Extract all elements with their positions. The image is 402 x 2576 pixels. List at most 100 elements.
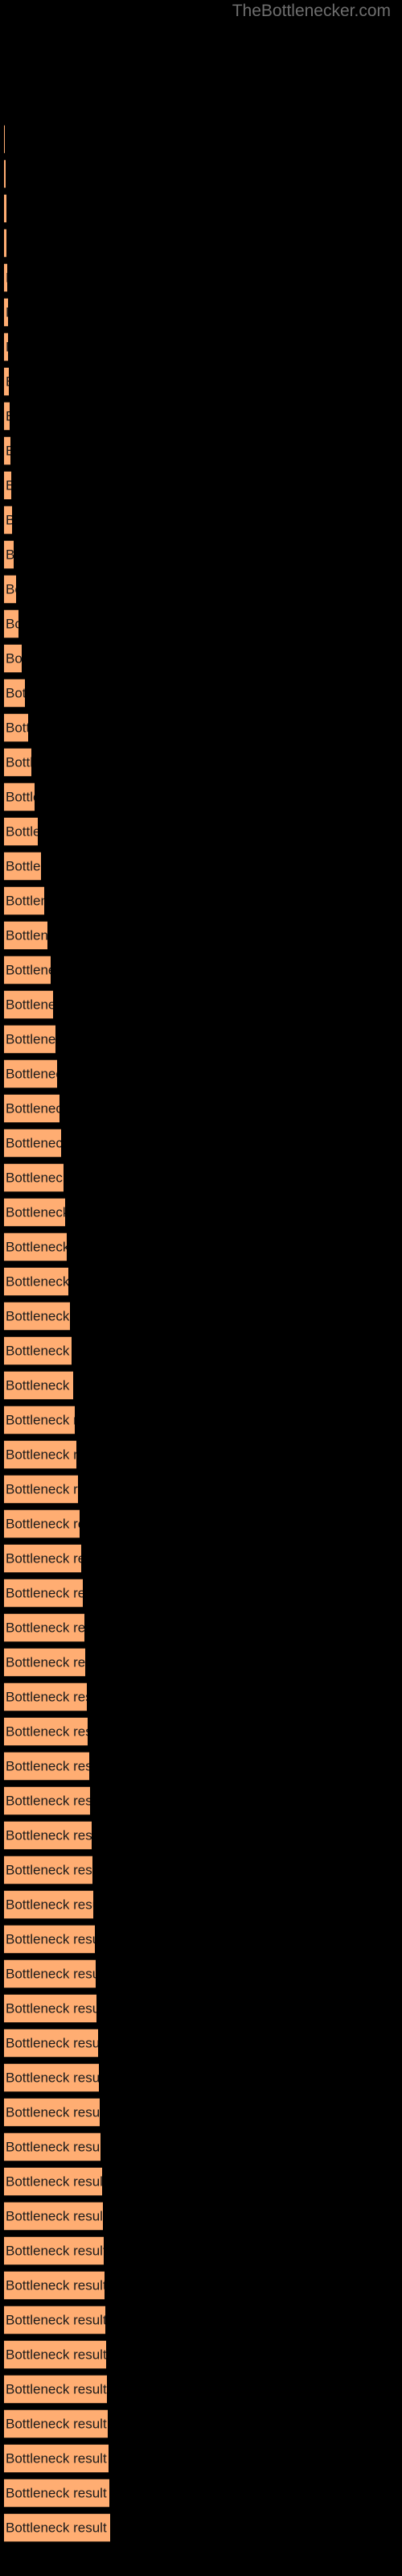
bar-row: Bottleneck result	[0, 332, 402, 363]
bar-label: Bottleneck result	[6, 444, 10, 458]
bar-row: Bottleneck result	[0, 2236, 402, 2267]
chart-page: TheBottlenecker.com Bottleneck resultBot…	[0, 0, 402, 2576]
bar-row: Bottleneck result	[0, 2306, 402, 2336]
bar: Bottleneck result	[4, 2132, 100, 2161]
bar-row: Bottleneck result	[0, 1440, 402, 1471]
bar: Bottleneck result	[4, 956, 51, 985]
bar-row: Bottleneck result	[0, 1544, 402, 1575]
bar-row: Bottleneck result	[0, 921, 402, 952]
bar-row: Bottleneck result	[0, 1371, 402, 1402]
bar-label: Bottleneck result	[6, 1724, 88, 1740]
bar-label: Bottleneck result	[6, 410, 10, 423]
bar: Bottleneck result	[4, 644, 22, 673]
bar-row: Bottleneck result	[0, 1890, 402, 1921]
bar-row: Bottleneck result	[0, 229, 402, 259]
bar-row: Bottleneck result	[0, 1094, 402, 1125]
bar: Bottleneck result	[4, 1267, 68, 1296]
bar: Bottleneck result	[4, 2479, 109, 2508]
bar: Bottleneck result	[4, 2306, 105, 2334]
bar-row: Bottleneck result	[0, 1163, 402, 1194]
bar-row: Bottleneck result	[0, 540, 402, 571]
bar-label: Bottleneck result	[6, 548, 14, 562]
bar-label: Bottleneck result	[6, 1931, 95, 1947]
bar-row: Bottleneck result	[0, 2098, 402, 2128]
bar-row: Bottleneck result	[0, 1613, 402, 1644]
bar-label: Bottleneck result	[6, 789, 35, 805]
bar-label: Bottleneck result	[6, 1758, 89, 1774]
bar-row: Bottleneck result	[0, 1994, 402, 2025]
bar-label: Bottleneck result	[6, 2312, 105, 2328]
bar: Bottleneck result	[4, 1094, 59, 1123]
bar-label: Bottleneck result	[6, 1100, 59, 1117]
bar-label: Bottleneck result	[6, 685, 25, 701]
bar-row: Bottleneck result	[0, 1821, 402, 1852]
bar-label: Bottleneck result	[6, 1239, 67, 1255]
bar-row: Bottleneck result	[0, 1336, 402, 1367]
bar-label: Bottleneck result	[6, 271, 7, 285]
bar: Bottleneck result	[4, 540, 14, 569]
bar-row: Bottleneck result	[0, 713, 402, 744]
bar-row: Bottleneck result	[0, 1648, 402, 1678]
bar-label: Bottleneck result	[6, 1620, 84, 1636]
bar-label: Bottleneck result	[6, 1343, 72, 1359]
bar: Bottleneck result	[4, 1302, 70, 1331]
bar: Bottleneck result	[4, 1336, 72, 1365]
bar: Bottleneck result	[4, 1371, 73, 1400]
bar: Bottleneck result	[4, 1129, 61, 1158]
bar: Bottleneck result	[4, 2063, 99, 2092]
bar-label: Bottleneck result	[6, 2485, 107, 2501]
bar-row: Bottleneck result	[0, 1198, 402, 1228]
bar-label: Bottleneck result	[6, 1966, 96, 1982]
bar: Bottleneck result	[4, 471, 11, 500]
bar-row: Bottleneck result	[0, 1302, 402, 1332]
bar: Bottleneck result	[4, 2236, 104, 2265]
bar: Bottleneck result	[4, 1198, 65, 1227]
bar-row: Bottleneck result	[0, 402, 402, 432]
bar-label: Bottleneck result	[6, 1689, 87, 1705]
bar: Bottleneck result	[4, 817, 38, 846]
bar-row: Bottleneck result	[0, 506, 402, 536]
bar-row: Bottleneck result	[0, 2132, 402, 2163]
bar: Bottleneck result	[4, 852, 41, 881]
bar: Bottleneck result	[4, 1925, 95, 1954]
bar-label: Bottleneck result	[6, 2139, 100, 2155]
bar-row: Bottleneck result	[0, 1059, 402, 1090]
bar-row: Bottleneck result	[0, 2063, 402, 2094]
bar: Bottleneck result	[4, 609, 18, 638]
bar-row: Bottleneck result	[0, 263, 402, 294]
bar-row: Bottleneck result	[0, 609, 402, 640]
bar-label: Bottleneck result	[6, 2208, 103, 2224]
bar-label: Bottleneck result	[6, 2416, 107, 2432]
bar-row: Bottleneck result	[0, 436, 402, 467]
bar: Bottleneck result	[4, 194, 6, 223]
bar-row: Bottleneck result	[0, 2271, 402, 2301]
bar: Bottleneck result	[4, 575, 16, 604]
bar-label: Bottleneck result	[6, 1827, 92, 1843]
bar-label: Bottleneck result	[6, 1204, 65, 1220]
bar-label: Bottleneck result	[6, 1170, 64, 1186]
bar-row: Bottleneck result	[0, 2202, 402, 2232]
bar: Bottleneck result	[4, 2271, 105, 2300]
bar-row: Bottleneck result	[0, 1786, 402, 1817]
bar-row: Bottleneck result	[0, 1232, 402, 1263]
bar-row: Bottleneck result	[0, 298, 402, 328]
bar-row: Bottleneck result	[0, 1475, 402, 1505]
bar: Bottleneck result	[4, 367, 9, 396]
bar-label: Bottleneck result	[6, 2520, 107, 2536]
bar: Bottleneck result	[4, 1613, 84, 1642]
bar-row: Bottleneck result	[0, 782, 402, 813]
bar-label: Bottleneck result	[6, 1274, 68, 1290]
bar-row: Bottleneck result	[0, 990, 402, 1021]
bar-label: Bottleneck result	[6, 927, 47, 943]
bar: Bottleneck result	[4, 1440, 76, 1469]
bar-row: Bottleneck result	[0, 2340, 402, 2371]
bar-label: Bottleneck result	[6, 1654, 85, 1670]
bar: Bottleneck result	[4, 1752, 89, 1781]
bar-label: Bottleneck result	[6, 2243, 104, 2259]
bar-label: Bottleneck result	[6, 1862, 92, 1878]
bar-row: Bottleneck result	[0, 886, 402, 917]
bar: Bottleneck result	[4, 921, 47, 950]
bar: Bottleneck result	[4, 679, 25, 708]
bar: Bottleneck result	[4, 1544, 81, 1573]
bar: Bottleneck result	[4, 2098, 100, 2127]
